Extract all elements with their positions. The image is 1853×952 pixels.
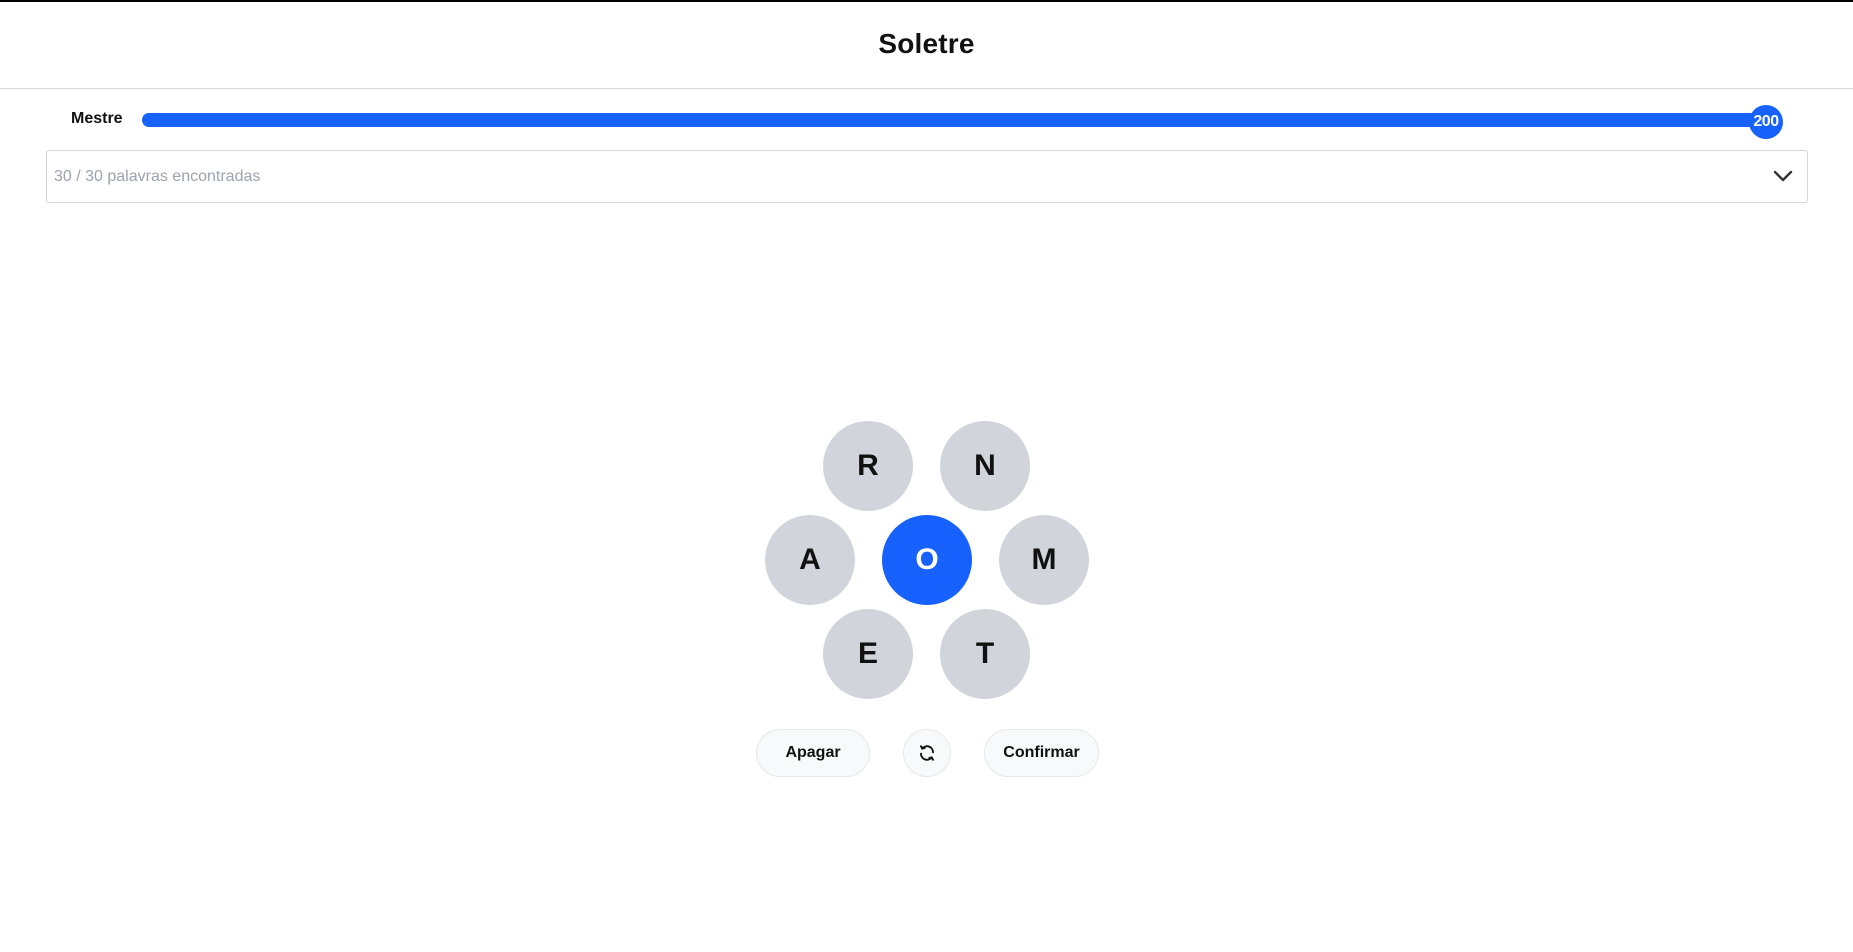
found-words-summary: 30 / 30 palavras encontradas bbox=[54, 167, 261, 185]
confirm-button[interactable]: Confirmar bbox=[984, 729, 1099, 777]
delete-button[interactable]: Apagar bbox=[756, 729, 870, 777]
chevron-down-icon bbox=[1773, 170, 1793, 182]
letter-cell-left[interactable]: A bbox=[765, 515, 855, 605]
letter-cell-right[interactable]: M bbox=[999, 515, 1089, 605]
letter-hive: R N A O M E T bbox=[0, 0, 1853, 952]
shuffle-icon bbox=[920, 745, 934, 761]
center-letter-cell[interactable]: O bbox=[882, 515, 972, 605]
letter-cell-bottom-right[interactable]: T bbox=[940, 609, 1030, 699]
found-words-dropdown[interactable]: 30 / 30 palavras encontradas bbox=[46, 150, 1808, 203]
app-title: Soletre bbox=[878, 28, 975, 59]
progress-section: Mestre 200 bbox=[0, 105, 1853, 139]
progress-bar bbox=[142, 113, 1767, 127]
letter-cell-top-left[interactable]: R bbox=[823, 421, 913, 511]
score-badge: 200 bbox=[1749, 105, 1783, 139]
progress-fill bbox=[142, 113, 1767, 127]
shuffle-button[interactable] bbox=[903, 729, 951, 777]
letter-cell-top-right[interactable]: N bbox=[940, 421, 1030, 511]
rank-label: Mestre bbox=[71, 110, 123, 127]
app-header: Soletre bbox=[0, 2, 1853, 89]
letter-cell-bottom-left[interactable]: E bbox=[823, 609, 913, 699]
